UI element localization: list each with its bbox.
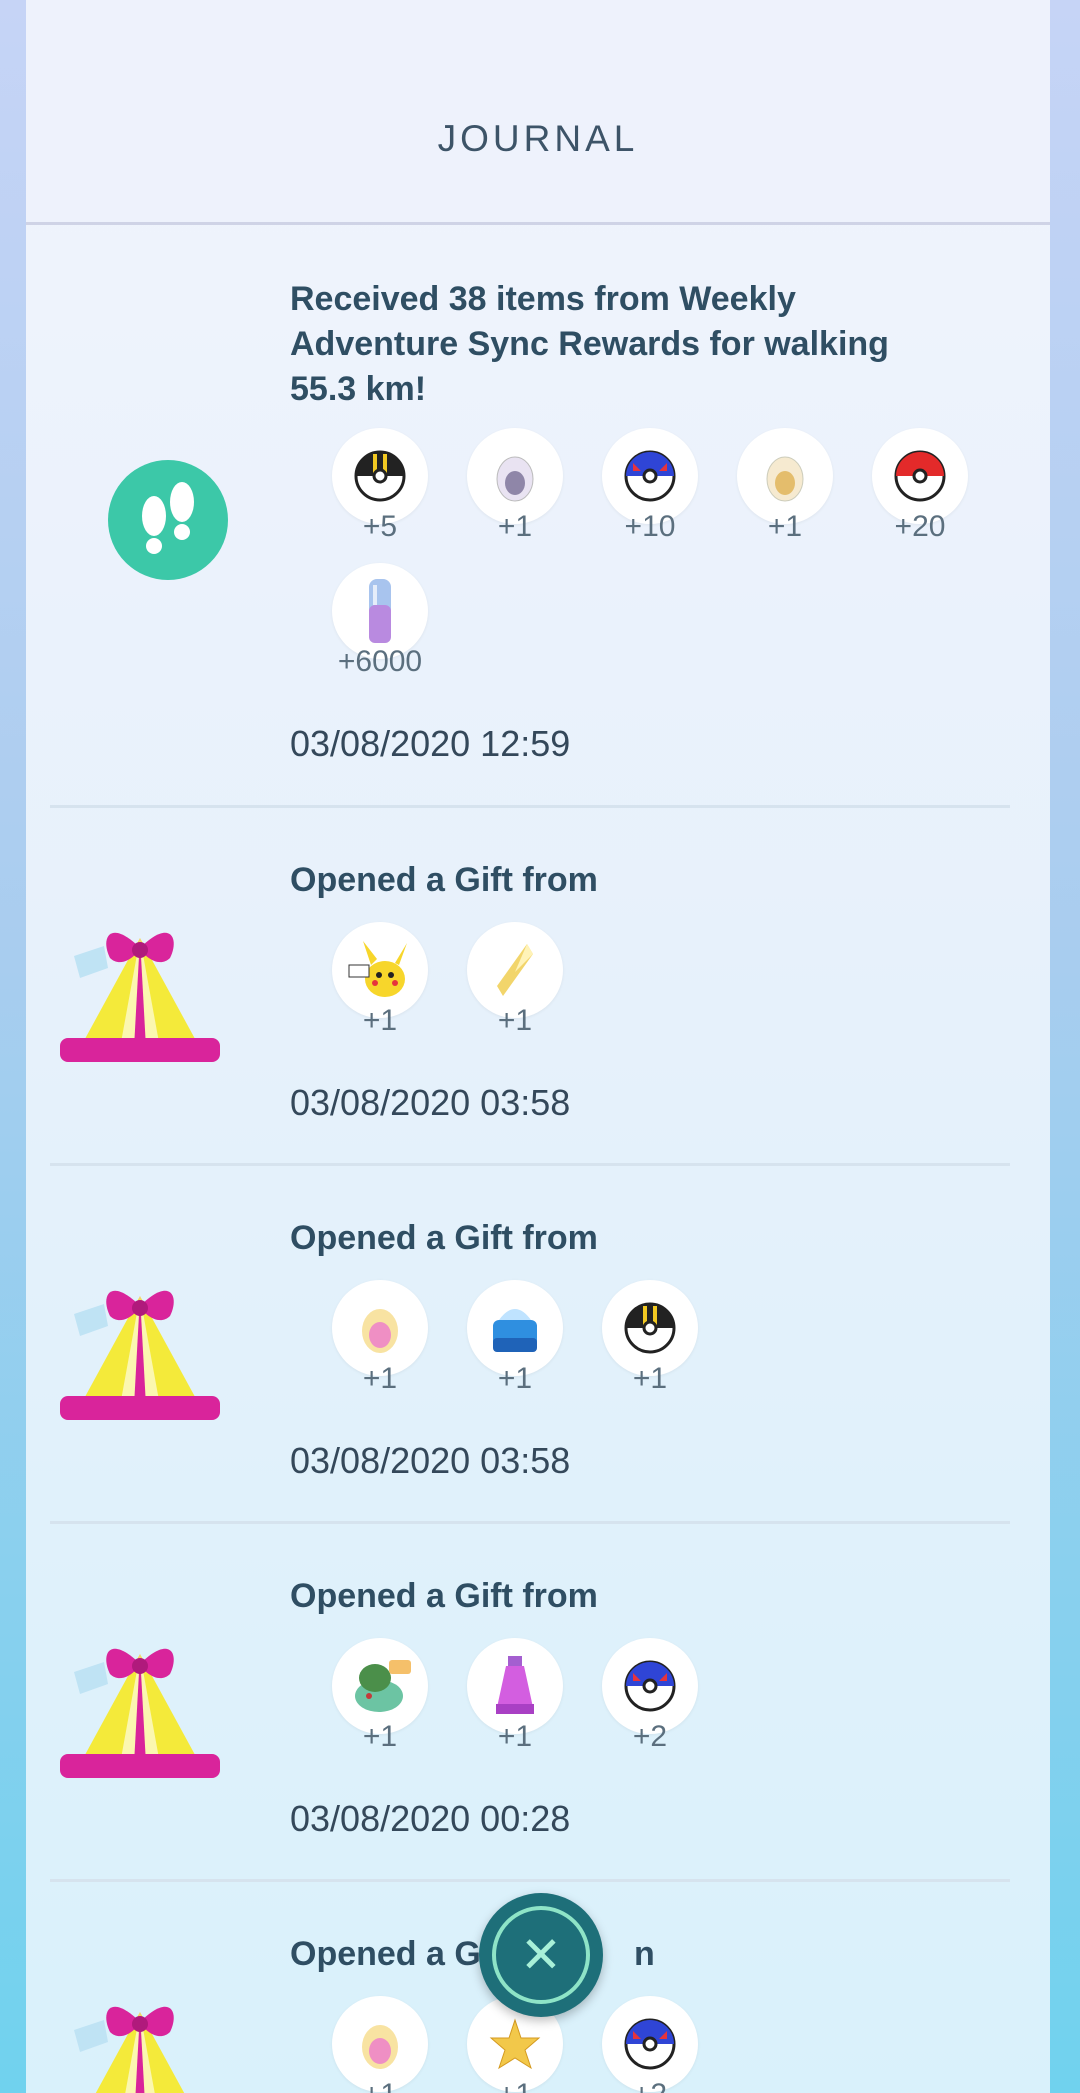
reward-quantity: +6000 bbox=[337, 645, 423, 678]
reward-item: +6000 bbox=[332, 563, 428, 693]
poke-ball-icon bbox=[894, 450, 946, 502]
reward-item: +5 bbox=[332, 428, 428, 558]
entry-title: Opened a Gift from bbox=[290, 1577, 598, 1615]
reward-item: +1 bbox=[602, 1280, 698, 1410]
entry-title-tail: n bbox=[634, 1935, 655, 1973]
reward-item: +1 bbox=[332, 922, 428, 1052]
entry-timestamp: 03/08/2020 12:59 bbox=[290, 723, 571, 764]
gift-icon bbox=[50, 1972, 230, 2093]
reward-item: +1 bbox=[332, 1638, 428, 1768]
egg-icon bbox=[766, 456, 804, 502]
reward-quantity: +1 bbox=[632, 1362, 668, 1395]
egg-icon bbox=[362, 1309, 398, 1353]
gift-icon bbox=[50, 1614, 230, 1794]
egg-icon bbox=[496, 456, 534, 502]
ultra-ball-icon bbox=[354, 450, 406, 502]
gift-icon bbox=[50, 1256, 230, 1436]
close-icon: ✕ bbox=[492, 1906, 590, 2004]
reward-item: +1 bbox=[467, 1638, 563, 1768]
journal-entry[interactable]: Opened a Gift from +1 +1 03/08/2020 03:5… bbox=[50, 808, 1010, 1166]
ultra-ball-icon bbox=[624, 1302, 676, 1354]
footprints-icon bbox=[106, 458, 230, 582]
page-title: JOURNAL bbox=[437, 118, 639, 159]
pikachu-sticker-icon bbox=[348, 941, 407, 997]
great-ball-icon bbox=[624, 450, 676, 502]
bulbasaur-sticker-icon bbox=[355, 1660, 411, 1712]
reward-item: +1 bbox=[467, 428, 563, 558]
entry-timestamp: 03/08/2020 03:58 bbox=[290, 1440, 571, 1481]
egg-icon bbox=[362, 2025, 398, 2069]
entry-timestamp: 03/08/2020 00:28 bbox=[290, 1798, 571, 1839]
entry-timestamp: 03/08/2020 03:58 bbox=[290, 1082, 571, 1123]
incubator-icon bbox=[493, 1309, 537, 1352]
stardust-icon bbox=[369, 579, 391, 643]
reward-item: +1 bbox=[332, 1996, 428, 2093]
reward-quantity: +1 bbox=[497, 1004, 533, 1037]
reward-item: +10 bbox=[602, 428, 698, 558]
reward-item: +1 bbox=[737, 428, 833, 558]
star-piece-icon bbox=[489, 2018, 541, 2070]
reward-item: +2 bbox=[602, 1638, 698, 1768]
reward-quantity: +2 bbox=[562, 2078, 738, 2093]
reward-quantity: +20 bbox=[894, 510, 946, 543]
reward-item: +20 bbox=[872, 428, 968, 558]
great-ball-icon bbox=[624, 2018, 676, 2070]
journal-entry[interactable]: Opened a Gift from +1 +1 +2 03/08/2020 0… bbox=[50, 1524, 1010, 1882]
gift-icon bbox=[50, 898, 230, 1078]
reward-quantity: +2 bbox=[632, 1720, 668, 1753]
journal-header: JOURNAL bbox=[26, 0, 1050, 225]
entry-title: Opened a Gift from bbox=[290, 1219, 598, 1257]
close-button[interactable]: ✕ bbox=[479, 1893, 603, 2017]
reward-item: +1 bbox=[332, 1280, 428, 1410]
journal-entry[interactable]: Received 38 items from Weekly Adventure … bbox=[50, 222, 1010, 808]
reward-item: +2 bbox=[602, 1996, 698, 2093]
journal-panel: JOURNAL Received 38 items from Weekly Ad… bbox=[26, 0, 1050, 2093]
reward-item: +1 bbox=[467, 1280, 563, 1410]
entry-title: Received 38 items from Weekly Adventure … bbox=[290, 280, 889, 408]
reward-item: +1 bbox=[467, 922, 563, 1052]
great-ball-icon bbox=[624, 1660, 676, 1712]
entry-title: Opened a Gift from bbox=[290, 861, 598, 899]
journal-entry[interactable]: Opened a Gift from +1 +1 +1 03/08/2020 0… bbox=[50, 1166, 1010, 1524]
crystal-shard-icon bbox=[497, 944, 533, 996]
potion-icon bbox=[496, 1656, 534, 1714]
